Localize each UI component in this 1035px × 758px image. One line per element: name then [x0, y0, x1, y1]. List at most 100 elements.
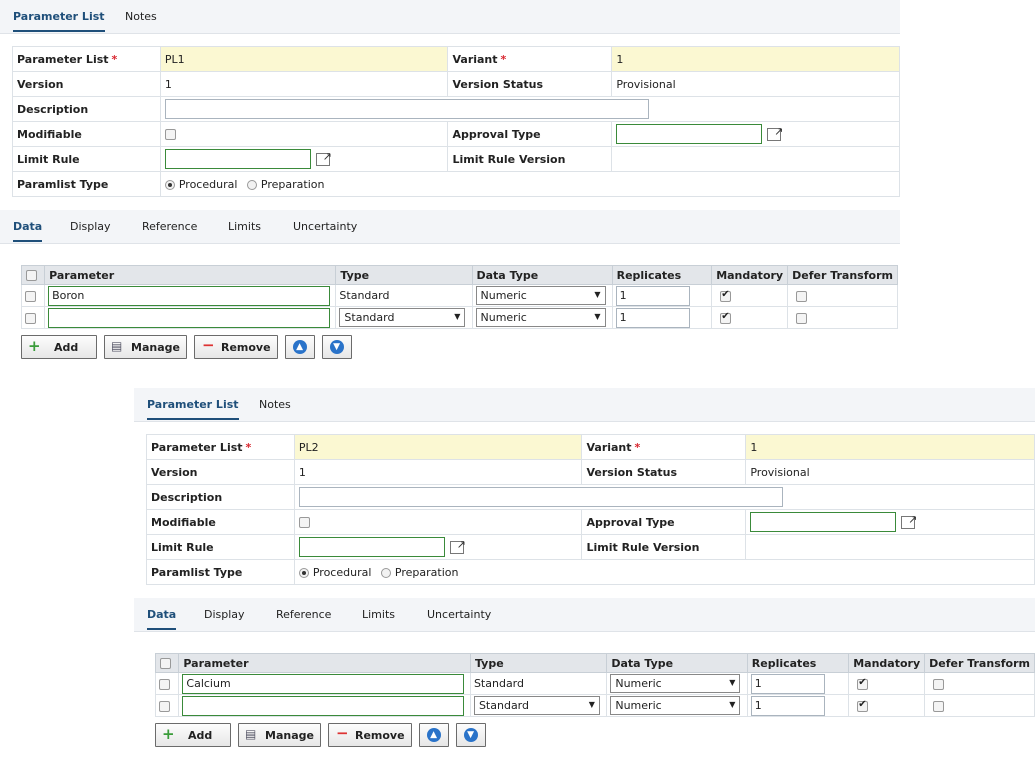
replicates-header[interactable]: Replicates	[746, 653, 850, 673]
external-link-icon[interactable]	[449, 538, 466, 554]
data-type-select[interactable]: Numeric	[475, 308, 606, 327]
tab-reference[interactable]: Reference	[142, 220, 197, 233]
mandatory-checkbox[interactable]	[720, 289, 732, 302]
external-link-icon[interactable]	[315, 150, 332, 166]
type-header[interactable]: Type	[335, 265, 473, 285]
select-all-checkbox[interactable]	[160, 658, 171, 669]
preparation-radio[interactable]	[246, 179, 257, 190]
remove-button[interactable]: Remove	[327, 723, 412, 747]
defer-transform-cell	[787, 284, 898, 307]
version-value: 1	[293, 459, 583, 485]
top-tab-bar: Parameter List Notes	[0, 0, 900, 34]
mandatory-checkbox[interactable]	[857, 699, 869, 712]
modifiable-checkbox[interactable]	[298, 517, 310, 528]
approval-type-input[interactable]	[616, 124, 763, 144]
defer-transform-checkbox[interactable]	[796, 290, 808, 302]
row-checkbox[interactable]	[159, 678, 170, 690]
data-type-select[interactable]: Numeric	[475, 286, 606, 305]
mandatory-checkbox[interactable]	[857, 677, 869, 690]
move-down-button[interactable]: ▼	[455, 723, 486, 747]
external-link-icon[interactable]	[901, 513, 917, 529]
replicates-input[interactable]: 1	[615, 307, 690, 328]
procedural-label: Procedural	[178, 177, 238, 191]
approval-type-input[interactable]	[750, 512, 897, 532]
replicates-input[interactable]: 1	[750, 673, 825, 694]
move-up-button[interactable]: ▲	[418, 723, 449, 747]
tab-uncertainty[interactable]: Uncertainty	[293, 220, 357, 233]
tab-data[interactable]: Data	[147, 608, 177, 630]
manage-button[interactable]: Manage	[104, 335, 187, 359]
row-checkbox[interactable]	[25, 290, 36, 302]
procedural-radio[interactable]	[164, 179, 175, 190]
row-checkbox[interactable]	[25, 312, 36, 324]
parameter-input[interactable]	[182, 695, 465, 716]
modifiable-checkbox[interactable]	[164, 129, 176, 140]
mandatory-cell	[848, 694, 926, 717]
replicates-cell: 1	[611, 284, 713, 307]
description-cell	[159, 96, 901, 122]
select-all-checkbox[interactable]	[26, 270, 37, 281]
defer-transform-header[interactable]: Defer Transform	[924, 653, 1035, 673]
data-type-header[interactable]: Data Type	[471, 265, 613, 285]
type-select[interactable]: Standard	[339, 308, 466, 327]
tab-display[interactable]: Display	[70, 220, 111, 233]
remove-button[interactable]: Remove	[193, 335, 278, 359]
tab-parameter-list[interactable]: Parameter List	[147, 398, 239, 420]
replicates-input[interactable]: 1	[750, 695, 825, 716]
tab-data[interactable]: Data	[13, 220, 43, 242]
move-up-button[interactable]: ▲	[284, 335, 315, 359]
defer-transform-checkbox[interactable]	[796, 312, 808, 324]
defer-transform-header[interactable]: Defer Transform	[787, 265, 898, 285]
table-row: Calcium Standard Numeric 1	[154, 672, 1035, 695]
mandatory-checkbox[interactable]	[720, 311, 732, 324]
tab-notes[interactable]: Notes	[125, 10, 157, 23]
tab-limits[interactable]: Limits	[362, 608, 395, 621]
parameter-input[interactable]: Boron	[48, 285, 331, 306]
tab-display[interactable]: Display	[204, 608, 245, 621]
replicates-header[interactable]: Replicates	[611, 265, 713, 285]
defer-transform-checkbox[interactable]	[933, 700, 945, 712]
approval-type-label: Approval Type	[581, 509, 747, 535]
external-link-icon[interactable]	[767, 125, 783, 141]
tab-reference[interactable]: Reference	[276, 608, 331, 621]
tab-uncertainty[interactable]: Uncertainty	[427, 608, 491, 621]
limit-rule-input[interactable]	[164, 149, 311, 169]
parameter-input[interactable]: Calcium	[182, 673, 465, 694]
type-header[interactable]: Type	[469, 653, 608, 673]
description-input[interactable]	[298, 487, 783, 507]
limit-rule-cell	[293, 534, 583, 560]
data-type-select[interactable]: Numeric	[610, 674, 741, 693]
replicates-cell: 1	[746, 672, 850, 695]
parameters-grid: Parameter Type Data Type Replicates Mand…	[154, 653, 1035, 717]
replicates-input[interactable]: 1	[615, 285, 690, 306]
tab-parameter-list[interactable]: Parameter List	[13, 10, 105, 32]
approval-type-cell	[611, 121, 900, 147]
tab-notes[interactable]: Notes	[259, 398, 291, 411]
data-type-select[interactable]: Numeric	[610, 696, 741, 715]
defer-transform-checkbox[interactable]	[933, 678, 945, 690]
preparation-radio[interactable]	[380, 567, 391, 578]
approval-type-cell	[745, 509, 1035, 535]
grid-toolbar: Add Manage Remove ▲ ▼	[21, 335, 352, 359]
tab-limits[interactable]: Limits	[228, 220, 261, 233]
parameter-header[interactable]: Parameter	[44, 265, 337, 285]
mandatory-header[interactable]: Mandatory	[848, 653, 926, 673]
parameter-list-form: Parameter List * PL1 Variant * 1 Version 1…	[12, 46, 901, 197]
add-button[interactable]: Add	[155, 723, 231, 747]
parameter-list-label: Parameter List *	[146, 434, 295, 460]
parameter-list-value: PL2	[293, 434, 583, 460]
procedural-radio[interactable]	[298, 567, 309, 578]
manage-button[interactable]: Manage	[238, 723, 321, 747]
defer-transform-cell	[924, 694, 1035, 717]
parameter-input[interactable]	[48, 307, 331, 328]
remove-icon	[201, 336, 215, 354]
data-type-header[interactable]: Data Type	[606, 653, 748, 673]
limit-rule-input[interactable]	[298, 537, 445, 557]
add-button[interactable]: Add	[21, 335, 97, 359]
move-down-button[interactable]: ▼	[321, 335, 352, 359]
parameter-header[interactable]: Parameter	[178, 653, 471, 673]
description-input[interactable]	[164, 99, 649, 119]
row-checkbox[interactable]	[159, 700, 170, 712]
mandatory-header[interactable]: Mandatory	[711, 265, 789, 285]
type-select[interactable]: Standard	[473, 696, 600, 715]
